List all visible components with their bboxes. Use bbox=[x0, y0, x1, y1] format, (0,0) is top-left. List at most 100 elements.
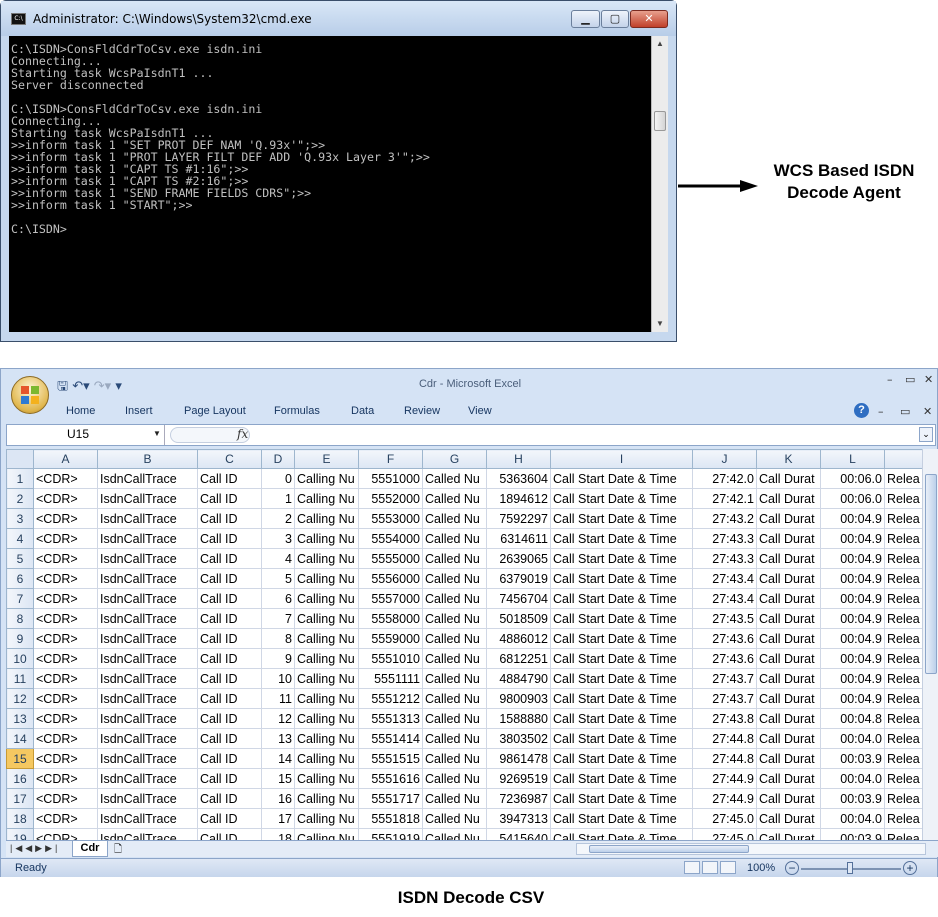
row-header[interactable]: 19 bbox=[6, 828, 34, 840]
cell[interactable]: Call ID bbox=[197, 768, 262, 789]
cell[interactable]: 27:43.8 bbox=[692, 708, 757, 729]
tab-page-layout[interactable]: Page Layout bbox=[184, 405, 246, 417]
row-header[interactable]: 3 bbox=[6, 508, 34, 529]
column-header[interactable]: D bbox=[261, 449, 295, 469]
maximize-button[interactable]: ▭ bbox=[905, 373, 915, 386]
cell[interactable]: <CDR> bbox=[33, 828, 98, 840]
sheet-tab-cdr[interactable]: Cdr bbox=[72, 841, 108, 857]
cell[interactable]: Called Nu bbox=[422, 728, 487, 749]
cell[interactable]: Call Durat bbox=[756, 828, 821, 840]
cell[interactable]: 00:04.9 bbox=[820, 568, 885, 589]
cell[interactable]: 11 bbox=[261, 688, 295, 709]
cell[interactable]: Called Nu bbox=[422, 828, 487, 840]
cell[interactable]: 5551616 bbox=[358, 768, 423, 789]
cell[interactable]: Calling Nu bbox=[294, 568, 359, 589]
cell[interactable]: Calling Nu bbox=[294, 488, 359, 509]
cell[interactable]: Call Start Date & Time bbox=[550, 508, 693, 529]
cell[interactable]: <CDR> bbox=[33, 468, 98, 489]
cell[interactable]: Call Durat bbox=[756, 508, 821, 529]
cell[interactable]: IsdnCallTrace bbox=[97, 628, 198, 649]
cell[interactable]: IsdnCallTrace bbox=[97, 748, 198, 769]
horizontal-scrollbar[interactable] bbox=[576, 843, 926, 855]
cell[interactable]: 27:45.0 bbox=[692, 828, 757, 840]
ribbon-restore-button[interactable]: ▭ bbox=[900, 405, 910, 418]
cell[interactable]: 6314611 bbox=[486, 528, 551, 549]
cell[interactable]: Called Nu bbox=[422, 468, 487, 489]
scroll-up-arrow-icon[interactable]: ▲ bbox=[652, 36, 668, 52]
cell[interactable]: <CDR> bbox=[33, 668, 98, 689]
cell[interactable]: 27:43.7 bbox=[692, 668, 757, 689]
row-header[interactable]: 5 bbox=[6, 548, 34, 569]
cell[interactable]: Calling Nu bbox=[294, 768, 359, 789]
cell[interactable]: Call Durat bbox=[756, 528, 821, 549]
cell[interactable]: Call Durat bbox=[756, 568, 821, 589]
cell[interactable]: 00:06.0 bbox=[820, 468, 885, 489]
cell[interactable]: 15 bbox=[261, 768, 295, 789]
cell[interactable]: Called Nu bbox=[422, 808, 487, 829]
cell[interactable]: Call Start Date & Time bbox=[550, 728, 693, 749]
cell[interactable]: Calling Nu bbox=[294, 808, 359, 829]
cell[interactable]: 5554000 bbox=[358, 528, 423, 549]
cell[interactable]: Called Nu bbox=[422, 788, 487, 809]
cell[interactable]: 5551010 bbox=[358, 648, 423, 669]
cell[interactable]: Calling Nu bbox=[294, 468, 359, 489]
cell[interactable]: 7456704 bbox=[486, 588, 551, 609]
cell[interactable]: <CDR> bbox=[33, 788, 98, 809]
scroll-down-arrow-icon[interactable]: ▼ bbox=[652, 316, 668, 332]
spreadsheet-grid[interactable]: ABCDEFGHIJKL 1 <CDR> IsdnCallTrace Call ID 0… bbox=[6, 449, 938, 840]
cell[interactable]: 13 bbox=[261, 728, 295, 749]
cell[interactable]: Call ID bbox=[197, 568, 262, 589]
cell[interactable]: Called Nu bbox=[422, 628, 487, 649]
cell[interactable]: 8 bbox=[261, 628, 295, 649]
cell[interactable]: Call Start Date & Time bbox=[550, 748, 693, 769]
cell[interactable]: 10 bbox=[261, 668, 295, 689]
row-header[interactable]: 14 bbox=[6, 728, 34, 749]
cell[interactable]: 5018509 bbox=[486, 608, 551, 629]
cell[interactable]: <CDR> bbox=[33, 568, 98, 589]
cell[interactable]: IsdnCallTrace bbox=[97, 828, 198, 840]
row-header[interactable]: 10 bbox=[6, 648, 34, 669]
cell[interactable]: Call Start Date & Time bbox=[550, 528, 693, 549]
cell[interactable]: IsdnCallTrace bbox=[97, 648, 198, 669]
cell[interactable]: 00:04.9 bbox=[820, 588, 885, 609]
cell[interactable]: 27:43.3 bbox=[692, 528, 757, 549]
cell[interactable]: 00:04.0 bbox=[820, 768, 885, 789]
cell[interactable]: Calling Nu bbox=[294, 628, 359, 649]
tab-formulas[interactable]: Formulas bbox=[274, 405, 320, 417]
cell[interactable]: Call Start Date & Time bbox=[550, 568, 693, 589]
fx-icon[interactable]: fx bbox=[237, 427, 248, 441]
cell[interactable]: Call ID bbox=[197, 688, 262, 709]
cell[interactable]: 4 bbox=[261, 548, 295, 569]
cell[interactable]: Call ID bbox=[197, 748, 262, 769]
normal-view-icon[interactable] bbox=[684, 861, 700, 874]
column-header[interactable]: K bbox=[756, 449, 821, 469]
cell[interactable]: 00:04.9 bbox=[820, 648, 885, 669]
cell[interactable]: 5551515 bbox=[358, 748, 423, 769]
cell[interactable]: Call Durat bbox=[756, 728, 821, 749]
help-icon[interactable]: ? bbox=[854, 403, 869, 418]
cell[interactable]: 27:43.6 bbox=[692, 648, 757, 669]
cell[interactable]: 27:44.8 bbox=[692, 728, 757, 749]
cell[interactable]: 5415640 bbox=[486, 828, 551, 840]
cell[interactable]: 1 bbox=[261, 488, 295, 509]
cell[interactable]: 9 bbox=[261, 648, 295, 669]
cell[interactable]: Calling Nu bbox=[294, 608, 359, 629]
cell[interactable]: Called Nu bbox=[422, 668, 487, 689]
cell[interactable]: Call ID bbox=[197, 808, 262, 829]
cell[interactable]: 5551818 bbox=[358, 808, 423, 829]
cmd-title-bar[interactable]: C:\ Administrator: C:\Windows\System32\c… bbox=[1, 1, 676, 36]
cell[interactable]: Called Nu bbox=[422, 688, 487, 709]
cell[interactable]: Call ID bbox=[197, 528, 262, 549]
cell[interactable]: Called Nu bbox=[422, 608, 487, 629]
cell[interactable]: 27:43.4 bbox=[692, 588, 757, 609]
cell[interactable]: Called Nu bbox=[422, 588, 487, 609]
cell[interactable]: Call ID bbox=[197, 828, 262, 840]
column-header[interactable]: H bbox=[486, 449, 551, 469]
cell[interactable]: Called Nu bbox=[422, 488, 487, 509]
ribbon-minimize-button[interactable]: – bbox=[878, 405, 884, 418]
cell[interactable]: 7236987 bbox=[486, 788, 551, 809]
row-header[interactable]: 15 bbox=[6, 748, 34, 769]
cell[interactable]: 5556000 bbox=[358, 568, 423, 589]
cell[interactable]: 2 bbox=[261, 508, 295, 529]
row-header[interactable]: 16 bbox=[6, 768, 34, 789]
